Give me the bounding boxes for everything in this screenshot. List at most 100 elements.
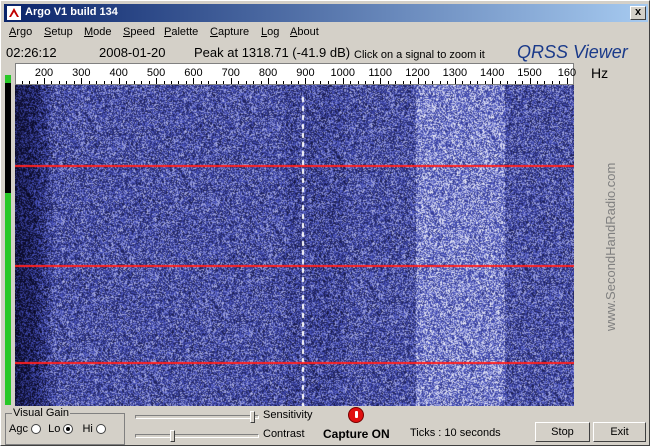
contrast-label: Contrast [263, 428, 305, 440]
ruler-minor-tick [432, 81, 434, 84]
agc-radio[interactable] [31, 424, 42, 435]
menu-palette-rest: alette [171, 26, 199, 38]
contrast-thumb[interactable] [170, 430, 175, 442]
menu-log[interactable]: Log [261, 26, 279, 38]
ruler-minor-tick [514, 81, 516, 84]
ruler-minor-tick [103, 81, 105, 84]
ruler-minor-tick [253, 81, 255, 84]
ruler-minor-tick [522, 81, 524, 84]
capture-status: Capture ON [323, 427, 390, 441]
ruler-minor-tick [275, 81, 277, 84]
ruler-minor-tick [387, 81, 389, 84]
capture-indicator-icon[interactable] [348, 407, 364, 423]
title-bar: Argo V1 build 134 x [4, 4, 648, 22]
lo-radio[interactable] [63, 424, 74, 435]
menu-capture-rest: apture [217, 26, 250, 38]
lo-label: Lo [48, 423, 61, 435]
time-readout: 02:26:12 [6, 45, 57, 60]
menu-mode-rest: ode [93, 26, 112, 38]
ruler-major-tick [156, 78, 158, 84]
ruler-minor-tick [245, 81, 247, 84]
ruler-minor-tick [537, 81, 539, 84]
ruler-minor-tick [462, 81, 464, 84]
ruler-major-tick [81, 78, 83, 84]
brand-logo: QRSS Viewer [517, 42, 628, 62]
ruler-minor-tick [551, 81, 553, 84]
sensitivity-slider[interactable] [135, 411, 259, 423]
ruler-minor-tick [410, 81, 412, 84]
app-icon [7, 6, 21, 20]
contrast-slider[interactable] [135, 430, 259, 442]
ruler-minor-tick [447, 81, 449, 84]
ruler-minor-tick [88, 81, 90, 84]
menu-about[interactable]: About [290, 26, 319, 38]
ruler-minor-tick [208, 81, 210, 84]
sensitivity-thumb[interactable] [250, 411, 255, 423]
ruler-minor-tick [499, 81, 501, 84]
ruler-minor-tick [424, 81, 426, 84]
ruler-major-tick [193, 78, 195, 84]
ruler-minor-tick [320, 81, 322, 84]
ruler-minor-tick [126, 81, 128, 84]
main-window: Argo V1 build 134 x Argo Setup Mode Spee… [0, 0, 650, 446]
ruler-minor-tick [96, 81, 98, 84]
menu-palette[interactable]: Palette [164, 26, 198, 38]
visual-gain-group: Visual Gain Agc Lo Hi [5, 407, 125, 445]
ruler-minor-tick [559, 81, 561, 84]
ruler-minor-tick [148, 81, 150, 84]
zoom-hint: Click on a signal to zoom it [354, 49, 485, 61]
unit-label: Hz [591, 65, 609, 81]
ruler-minor-tick [372, 81, 374, 84]
ruler-minor-tick [238, 81, 240, 84]
menu-mode[interactable]: Mode [84, 26, 112, 38]
window-title: Argo V1 build 134 [25, 6, 118, 18]
ruler-major-tick [230, 78, 232, 84]
menu-setup[interactable]: Setup [44, 26, 73, 38]
menu-log-rest: og [267, 26, 280, 38]
ruler-minor-tick [111, 81, 113, 84]
ruler-major-tick [417, 78, 419, 84]
frequency-ruler[interactable]: 200 300 400 500 600 700 800 900 1000 1100 1200 1300… [15, 63, 576, 85]
exit-button[interactable]: Exit [593, 422, 646, 442]
ruler-major-tick [566, 78, 568, 84]
level-meter-fill [5, 193, 11, 405]
ruler-minor-tick [507, 81, 509, 84]
hi-label: Hi [82, 423, 93, 435]
stop-button[interactable]: Stop [535, 422, 590, 442]
date-readout: 2008-01-20 [99, 45, 166, 60]
watermark: www.SecondHandRadio.com [603, 163, 618, 331]
ruler-major-tick [380, 78, 382, 84]
hi-radio[interactable] [95, 424, 106, 435]
close-button[interactable]: x [630, 6, 646, 20]
ruler-minor-tick [21, 81, 23, 84]
menu-capture-key: C [210, 26, 218, 38]
visual-gain-options: Agc Lo Hi [9, 423, 106, 435]
ruler-minor-tick [73, 81, 75, 84]
ruler-minor-tick [223, 81, 225, 84]
ruler-minor-tick [402, 81, 404, 84]
menu-capture[interactable]: Capture [210, 26, 249, 38]
ruler-minor-tick [395, 81, 397, 84]
ruler-minor-tick [357, 81, 359, 84]
waterfall-display[interactable] [15, 85, 574, 406]
ruler-minor-tick [439, 81, 441, 84]
menu-argo-rest: rgo [16, 26, 33, 38]
ruler-minor-tick [200, 81, 202, 84]
waterfall-canvas[interactable] [15, 85, 574, 406]
ruler-minor-tick [327, 81, 329, 84]
agc-label: Agc [9, 423, 28, 435]
ruler-minor-tick [297, 81, 299, 84]
ruler-minor-tick [335, 81, 337, 84]
ruler-minor-tick [260, 81, 262, 84]
menu-speed[interactable]: Speed [123, 26, 155, 38]
level-meter-top [5, 75, 11, 83]
ruler-major-tick [342, 78, 344, 84]
ruler-minor-tick [36, 81, 38, 84]
menu-argo[interactable]: Argo [9, 26, 32, 38]
ruler-minor-tick [170, 81, 172, 84]
ruler-major-tick [44, 78, 45, 84]
ruler-minor-tick [141, 81, 143, 84]
ruler-minor-tick [544, 81, 546, 84]
ruler-minor-tick [312, 81, 314, 84]
menu-setup-rest: etup [51, 26, 73, 38]
